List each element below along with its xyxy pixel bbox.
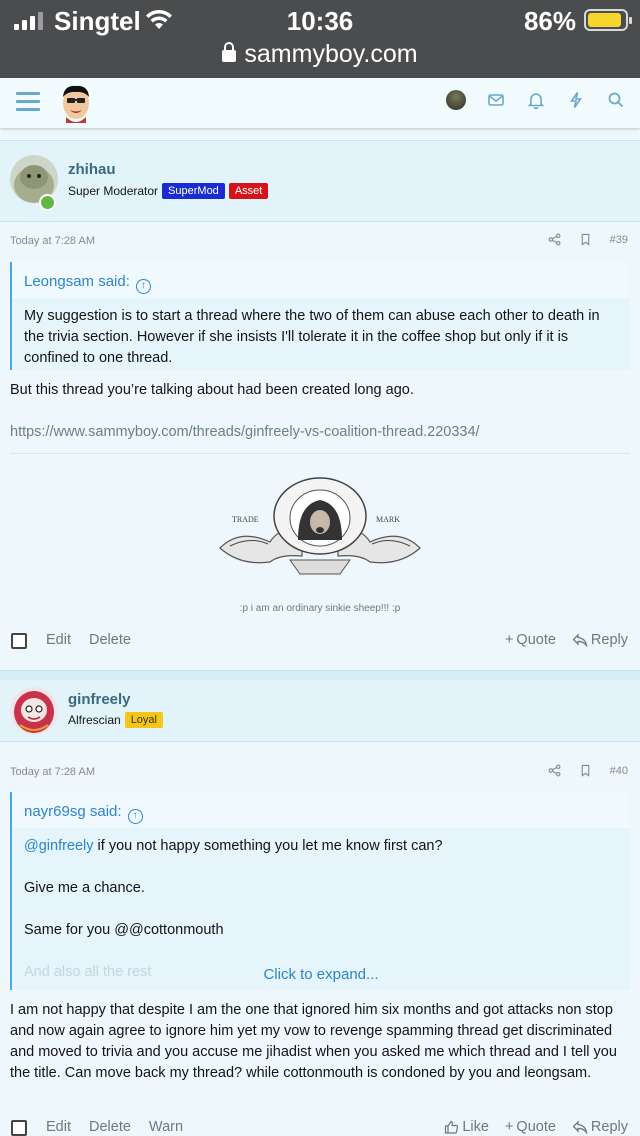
select-checkbox[interactable]	[11, 633, 27, 649]
reply-label: Reply	[590, 1119, 628, 1135]
signature-divider	[10, 453, 630, 454]
search-icon[interactable]	[606, 90, 626, 110]
post-body: I am not happy that despite I am the one…	[10, 1002, 617, 1081]
like-button[interactable]: Like	[444, 1119, 489, 1135]
mail-icon[interactable]	[486, 90, 506, 110]
quote-line: if you not happy something you let me kn…	[93, 838, 443, 854]
thumbs-up-icon	[445, 1120, 459, 1134]
quote-author[interactable]: nayr69sg said: ↑	[12, 792, 630, 828]
post-39: zhihau Super Moderator SuperMod Asset To…	[0, 140, 640, 670]
avatar[interactable]	[10, 687, 58, 735]
bookmark-icon[interactable]	[579, 233, 592, 246]
quote-label: Quote	[516, 1119, 556, 1135]
battery-percentage: 86%	[523, 6, 576, 36]
warn-button[interactable]: Warn	[149, 1119, 183, 1135]
post-40: ginfreely Alfrescian Loyal Today at 7:28…	[0, 680, 640, 1136]
quote-author[interactable]: Leongsam said: ↑	[12, 262, 630, 298]
arrow-up-circle-icon[interactable]: ↑	[127, 809, 143, 824]
like-label: Like	[462, 1119, 489, 1135]
post-action-bar: Edit Delete + Quote Reply	[0, 629, 640, 655]
forum-header	[0, 78, 640, 128]
lock-icon	[222, 42, 237, 62]
post-timestamp[interactable]: Today at 7:28 AM	[10, 766, 95, 778]
post-action-bar: Edit Delete Warn Like + Quote Reply	[0, 1116, 640, 1136]
post-number[interactable]: #39	[610, 234, 628, 246]
quote-block: Leongsam said: ↑ My suggestion is to star…	[10, 262, 630, 370]
user-badge: SuperMod	[162, 183, 225, 199]
click-to-expand[interactable]: Click to expand...	[12, 966, 630, 983]
plus-icon: +	[504, 632, 514, 648]
post-meta-tools: #40	[548, 764, 628, 777]
battery-icon	[584, 9, 632, 31]
quote-line: Same for you @@cottonmouth	[24, 922, 224, 938]
quote-line: Give me a chance.	[24, 880, 145, 896]
bolt-icon[interactable]	[566, 90, 586, 110]
username[interactable]: ginfreely	[68, 691, 131, 708]
edit-button[interactable]: Edit	[46, 1119, 71, 1135]
online-status-icon	[39, 194, 56, 211]
quote-button[interactable]: + Quote	[505, 1119, 556, 1135]
post-link[interactable]: https://www.sammyboy.com/threads/ginfree…	[10, 422, 630, 443]
select-checkbox[interactable]	[11, 1120, 27, 1136]
post-body: But this thread you’re talking about had…	[10, 382, 414, 398]
username[interactable]: zhihau	[68, 161, 116, 178]
quote-author-label[interactable]: nayr69sg said:	[24, 803, 122, 820]
user-badge: Loyal	[124, 712, 163, 728]
user-title-row: Alfrescian Loyal	[68, 712, 163, 728]
post-number[interactable]: #40	[610, 765, 628, 777]
post-meta-tools: #39	[548, 233, 628, 246]
site-logo[interactable]	[58, 83, 94, 123]
edit-button[interactable]: Edit	[46, 632, 71, 648]
user-avatar[interactable]	[446, 90, 466, 110]
quote-author-label[interactable]: Leongsam said:	[24, 273, 130, 290]
reply-label: Reply	[590, 632, 628, 648]
share-icon[interactable]	[548, 233, 561, 246]
quote-block: nayr69sg said: ↑ @ginfreely if you not ha…	[10, 792, 630, 990]
quote-text: My suggestion is to start a thread where…	[24, 308, 600, 366]
post-separator	[0, 670, 640, 680]
bookmark-icon[interactable]	[579, 764, 592, 777]
bell-icon[interactable]	[526, 90, 546, 110]
address-bar[interactable]: sammyboy.com	[0, 40, 640, 69]
reply-icon	[572, 1120, 588, 1134]
user-title-row: Super Moderator SuperMod Asset	[68, 183, 269, 199]
ios-status-bar: Singtel 10:36 86% sammyboy.com	[0, 0, 640, 78]
share-icon[interactable]	[548, 764, 561, 777]
reply-icon	[572, 633, 588, 647]
quote-label: Quote	[516, 632, 556, 648]
delete-button[interactable]: Delete	[89, 1119, 131, 1135]
mark-label: MARK	[376, 515, 400, 524]
menu-icon[interactable]	[16, 92, 40, 112]
plus-icon: +	[504, 1119, 514, 1135]
quote-button[interactable]: + Quote	[505, 632, 556, 648]
post-user-header: zhihau Super Moderator SuperMod Asset	[0, 140, 640, 222]
signature-image: TRADE MARK	[219, 477, 421, 575]
user-badge: Asset	[228, 183, 269, 199]
arrow-up-circle-icon[interactable]: ↑	[135, 279, 151, 294]
user-mention[interactable]: @ginfreely	[24, 838, 94, 854]
user-title: Alfrescian	[68, 713, 121, 727]
url-text: sammyboy.com	[244, 40, 418, 68]
post-user-header: ginfreely Alfrescian Loyal	[0, 680, 640, 742]
post-timestamp[interactable]: Today at 7:28 AM	[10, 235, 95, 247]
user-title: Super Moderator	[68, 184, 159, 198]
delete-button[interactable]: Delete	[89, 632, 131, 648]
trade-label: TRADE	[232, 515, 259, 524]
reply-button[interactable]: Reply	[572, 632, 628, 648]
reply-button[interactable]: Reply	[572, 1119, 628, 1135]
signature-text: :p i am an ordinary sinkie sheep!!! :p	[239, 603, 401, 614]
